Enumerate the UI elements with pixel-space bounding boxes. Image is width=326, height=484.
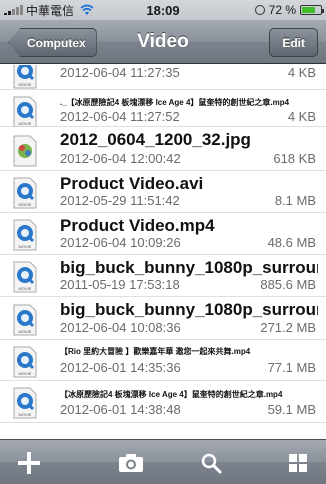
movie-icon-label: MOVIE — [19, 244, 32, 249]
movie-icon-label: MOVIE — [19, 121, 32, 126]
movie-file-icon: MOVIE — [13, 177, 37, 209]
file-name: 2012_0604_1200_32.jpg — [60, 130, 251, 149]
file-size: 618 KB — [273, 151, 316, 166]
movie-icon-label: MOVIE — [19, 371, 32, 376]
file-row[interactable]: MOVIE big_buck_bunny_1080p_surround.avi20… — [0, 255, 326, 297]
file-row[interactable]: MOVIE ._【冰原歷險記4 板塊漂移 Ice Age 4】鼠奎特的創世紀之章.… — [0, 90, 326, 128]
file-name: big_buck_bunny_1080p_surround.mp4 — [60, 300, 318, 319]
file-name: ._【冰原歷險記4 板塊漂移 Ice Age 4】鼠奎特的創世紀之章.mp4 — [60, 98, 290, 107]
wifi-icon — [80, 4, 94, 15]
navigation-bar: Computex Video Edit — [0, 20, 326, 64]
edit-button[interactable]: Edit — [269, 28, 318, 57]
file-row[interactable]: MOVIE big_buck_bunny_1080p_surround.mp420… — [0, 297, 326, 340]
file-date: 2012-06-04 12:00:42 — [60, 151, 181, 166]
file-name: Product Video.avi — [60, 174, 204, 193]
file-date: 2012-06-04 11:27:35 — [60, 65, 180, 80]
file-date: 2012-06-04 10:09:26 — [60, 235, 181, 250]
back-button[interactable]: Computex — [8, 28, 97, 57]
file-name: big_buck_bunny_1080p_surround.avi — [60, 258, 318, 277]
file-date: 2012-06-01 14:38:48 — [60, 402, 181, 417]
file-size: 4 KB — [287, 109, 316, 124]
movie-file-icon: MOVIE — [13, 387, 37, 419]
add-button[interactable] — [15, 450, 43, 476]
movie-icon-label: MOVIE — [19, 286, 32, 291]
signal-strength-icon — [4, 5, 23, 15]
add-icon — [18, 452, 40, 474]
battery-percent: 72 % — [268, 3, 296, 17]
file-date: 2012-05-29 11:51:42 — [60, 193, 180, 208]
file-date: 2012-06-04 11:27:52 — [60, 109, 180, 124]
grid-view-button[interactable] — [284, 450, 312, 476]
file-size: 59.1 MB — [267, 402, 316, 417]
rotation-lock-icon — [254, 5, 265, 15]
file-date: 2011-05-19 17:53:18 — [60, 277, 180, 292]
camera-icon — [119, 454, 143, 472]
file-name: Product Video.mp4 — [60, 216, 215, 235]
movie-icon-label: MOVIE — [19, 329, 32, 334]
file-row[interactable]: MOVIE Product Video.avi 2012-05-29 11:51:4… — [0, 171, 326, 213]
file-size: 885.6 MB — [260, 277, 316, 292]
file-date: 2012-06-04 10:08:36 — [60, 320, 181, 335]
file-row[interactable]: 2012_0604_1200_32.jpg 2012-06-04 12:00:42… — [0, 127, 326, 171]
movie-icon-label: MOVIE — [19, 412, 32, 417]
movie-file-icon: MOVIE — [13, 261, 37, 293]
camera-button[interactable] — [117, 450, 145, 476]
movie-file-icon: MOVIE — [13, 346, 37, 378]
file-list[interactable]: MOVIE 2012-06-04 11:27:35 4 KB MOVIE ._【冰原歷險… — [0, 65, 326, 439]
file-size: 8.1 MB — [274, 193, 316, 208]
page-title: Video — [137, 30, 189, 52]
file-name: 【Rio 里約大冒險 】歡樂嘉年華 邀您一起來共舞.mp4 — [60, 347, 251, 356]
movie-icon-label: MOVIE — [19, 82, 32, 87]
file-name: 【冰原歷險記4 板塊漂移 Ice Age 4】鼠奎特的創世紀之章.mp4 — [60, 390, 283, 399]
grid-icon — [289, 454, 307, 472]
file-row[interactable]: MOVIE 2012-06-04 11:27:35 4 KB — [0, 65, 326, 90]
bottom-toolbar — [0, 439, 326, 484]
movie-icon-label: MOVIE — [19, 202, 32, 207]
search-icon — [201, 453, 222, 474]
movie-file-icon: MOVIE — [13, 96, 37, 128]
file-date: 2012-06-01 14:35:36 — [60, 360, 181, 375]
search-button[interactable] — [197, 450, 225, 476]
file-size: 77.1 MB — [267, 360, 316, 375]
battery-icon — [300, 5, 324, 15]
movie-file-icon: MOVIE — [13, 219, 37, 251]
carrier-name: 中華電信 — [26, 3, 75, 18]
file-row[interactable]: MOVIE Product Video.mp4 2012-06-04 10:09:2… — [0, 213, 326, 255]
movie-file-icon: MOVIE — [13, 65, 37, 89]
battery-fill — [302, 7, 315, 13]
movie-file-icon: MOVIE — [13, 304, 37, 336]
image-file-icon — [13, 135, 37, 167]
file-row[interactable]: MOVIE 【冰原歷險記4 板塊漂移 Ice Age 4】鼠奎特的創世紀之章.mp… — [0, 381, 326, 423]
status-bar: 中華電信 18:09 72 % — [0, 0, 326, 20]
file-size: 48.6 MB — [267, 235, 316, 250]
file-size: 271.2 MB — [260, 320, 316, 335]
file-row[interactable]: MOVIE 【Rio 里約大冒險 】歡樂嘉年華 邀您一起來共舞.mp4 2012-0… — [0, 340, 326, 381]
file-size: 4 KB — [287, 65, 316, 80]
